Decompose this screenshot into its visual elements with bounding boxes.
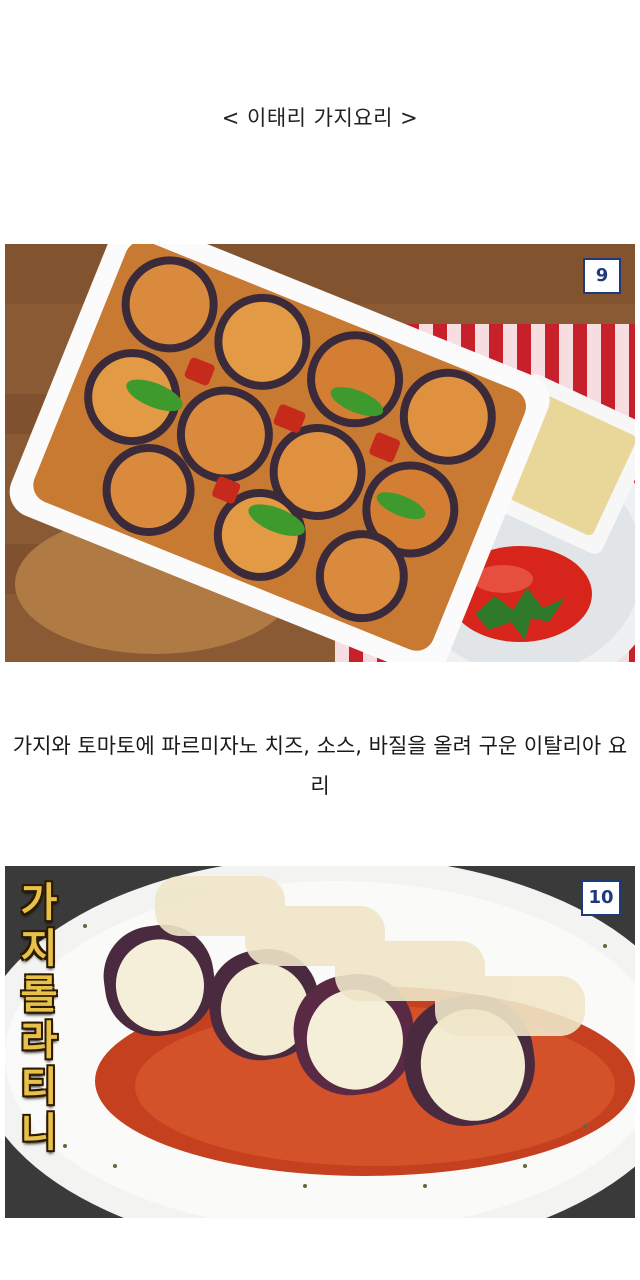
dish-title-char: 지 xyxy=(20,925,58,972)
dish-title-char: 니 xyxy=(20,1109,58,1156)
eggplant-parmigiana-photo: 9 xyxy=(5,244,635,662)
dish-title-char: 가 xyxy=(20,879,58,926)
eggplant-rollatini-photo: 가 지 롤 라 티 니 10 xyxy=(5,866,635,1218)
page-title: < 이태리 가지요리 > xyxy=(221,106,419,130)
dish-description: 가지와 토마토에 파르미자노 치즈, 소스, 바질을 올려 구운 이탈리아 요리 xyxy=(12,734,628,798)
eggplant-parmigiana-illustration xyxy=(5,244,635,662)
article-page: < 이태리 가지요리 > 9 가지와 토마토에 파르미자노 치즈, 소스, 바질… xyxy=(0,0,640,1280)
eggplant-rollatini-illustration xyxy=(5,866,635,1218)
dish-title-vertical: 가 지 롤 라 티 니 xyxy=(13,880,65,1156)
item-number-badge: 10 xyxy=(581,880,621,916)
dish-title-char: 티 xyxy=(20,1063,58,1110)
dish-title-char: 라 xyxy=(20,1017,58,1064)
item-number-badge: 9 xyxy=(583,258,621,294)
dish-title-char: 롤 xyxy=(20,971,58,1018)
